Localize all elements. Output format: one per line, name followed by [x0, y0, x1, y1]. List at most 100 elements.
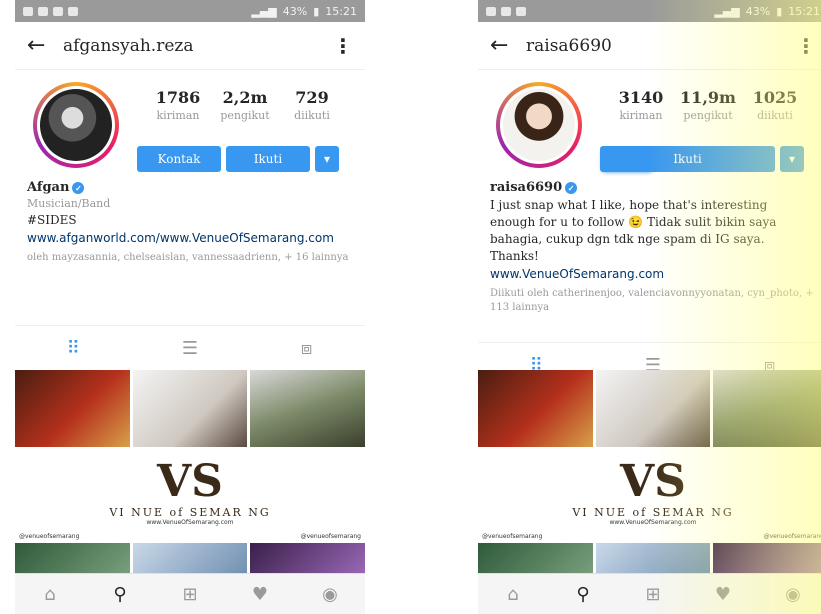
status-bar: ▂▄▆ 43% ▮ 15:21	[478, 0, 821, 22]
post-grid-row	[15, 543, 365, 577]
grid-view-tab-icon[interactable]: ⠿	[53, 338, 93, 359]
instagram-handle: @venueofsemarang	[19, 533, 80, 540]
profile-header: 1786 kiriman 2,2m pengikut 729 diikuti Kont…	[15, 70, 365, 180]
add-post-icon[interactable]: ⊞	[170, 584, 210, 605]
avatar[interactable]	[496, 82, 582, 168]
verified-badge-icon: ✓	[72, 181, 85, 194]
more-options-icon[interactable]: ⋮	[333, 34, 353, 58]
stat-following[interactable]: 1025 diikuti	[742, 88, 808, 122]
bio-text: #SIDES	[27, 213, 77, 227]
bottom-navigation: ⌂ ⚲ ⊞ ♥ ◉	[478, 573, 821, 614]
notification-icon	[68, 6, 78, 16]
post-grid-row	[478, 370, 821, 447]
venue-url: www.VenueOfSemarang.com	[609, 519, 697, 526]
followed-by-text[interactable]: oleh mayzasannia, chelseaislan, vannessa…	[27, 251, 353, 265]
instagram-handle: @venueofsemarang	[300, 533, 361, 540]
post-thumbnail[interactable]	[713, 543, 821, 577]
home-icon[interactable]: ⌂	[493, 584, 533, 605]
follow-button[interactable]: Ikuti	[226, 146, 310, 172]
signal-icon: ▂▄▆	[714, 4, 740, 18]
post-grid-row	[478, 543, 821, 577]
instagram-handle: @venueofsemarang	[763, 533, 821, 540]
post-thumbnail[interactable]	[250, 543, 365, 577]
profile-bio: raisa6690 ✓ I just snap what I like, hope…	[478, 180, 821, 315]
stat-followers[interactable]: 11,9m pengikut	[675, 88, 741, 122]
post-thumbnail[interactable]	[250, 370, 365, 447]
search-icon[interactable]: ⚲	[100, 584, 140, 605]
followed-by-text[interactable]: Diikuti oleh catherinenjoo, valenciavonn…	[490, 287, 816, 315]
notification-icon	[486, 6, 496, 16]
profile-username: afgansyah.reza	[63, 35, 194, 56]
profile-bio: Afgan ✓ Musician/Band #SIDES www.afganwor…	[15, 180, 365, 265]
notification-icon	[38, 6, 48, 16]
stat-posts[interactable]: 3140 kiriman	[608, 88, 674, 122]
post-thumbnail[interactable]	[15, 543, 130, 577]
suggestions-dropdown-icon[interactable]: ▾	[315, 146, 339, 172]
add-post-icon[interactable]: ⊞	[633, 584, 673, 605]
signal-icon: ▂▄▆	[251, 4, 277, 18]
post-grid-row	[15, 370, 365, 447]
post-thumbnail[interactable]	[132, 370, 248, 447]
stat-followers[interactable]: 2,2m pengikut	[212, 88, 278, 122]
post-thumbnail[interactable]	[595, 543, 711, 577]
suggestions-dropdown-icon[interactable]: ▾	[780, 146, 804, 172]
list-view-tab-icon[interactable]: ☰	[170, 338, 210, 359]
heart-icon[interactable]: ♥	[703, 584, 743, 605]
notification-icon	[516, 6, 526, 16]
notification-icon	[23, 6, 33, 16]
venue-banner: VS VI NUE of SEMAR NG www.VenueOfSemaran…	[15, 454, 365, 542]
post-thumbnail[interactable]	[15, 370, 130, 447]
profile-avatar-icon[interactable]: ◉	[773, 584, 813, 605]
instagram-handle: @venueofsemarang	[482, 533, 543, 540]
more-options-icon[interactable]: ⋮	[796, 34, 816, 58]
profile-avatar-icon[interactable]: ◉	[310, 584, 350, 605]
stat-posts[interactable]: 1786 kiriman	[145, 88, 211, 122]
bio-text: I just snap what I like, hope that's int…	[490, 198, 777, 263]
profile-tabs: ⠿ ☰ ⧈	[15, 325, 365, 370]
stat-following[interactable]: 729 diikuti	[279, 88, 345, 122]
notification-icon	[53, 6, 63, 16]
verified-badge-icon: ✓	[565, 181, 578, 194]
profile-stats: 1786 kiriman 2,2m pengikut 729 diikuti	[145, 88, 345, 122]
display-name: raisa6690	[490, 180, 563, 195]
website-link[interactable]: www.afganworld.com/www.VenueOfSemarang.c…	[27, 231, 353, 245]
home-icon[interactable]: ⌂	[30, 584, 70, 605]
battery-level: 43%	[282, 4, 308, 18]
follow-button[interactable]: Ikuti	[600, 146, 775, 172]
post-thumbnail[interactable]	[478, 370, 593, 447]
heart-icon[interactable]: ♥	[240, 584, 280, 605]
clock: 15:21	[325, 4, 357, 18]
post-thumbnail[interactable]	[595, 370, 711, 447]
tagged-tab-icon[interactable]: ⧈	[287, 338, 327, 359]
status-bar: ▂▄▆ 43% ▮ 15:21	[15, 0, 365, 22]
venue-logo: VS	[620, 456, 686, 507]
app-bar: ← afgansyah.reza ⋮	[15, 22, 365, 70]
post-thumbnail[interactable]	[713, 370, 821, 447]
website-link[interactable]: www.VenueOfSemarang.com	[490, 267, 816, 281]
contact-button[interactable]: Kontak	[137, 146, 221, 172]
display-name: Afgan	[27, 180, 70, 195]
venue-banner: VS VI NUE of SEMAR NG www.VenueOfSemaran…	[478, 454, 821, 542]
clock: 15:21	[788, 4, 820, 18]
post-thumbnail[interactable]	[132, 543, 248, 577]
notification-icon	[501, 6, 511, 16]
search-icon[interactable]: ⚲	[563, 584, 603, 605]
bottom-navigation: ⌂ ⚲ ⊞ ♥ ◉	[15, 573, 365, 614]
profile-header: 3140 kiriman 11,9m pengikut 1025 diikuti Ik…	[478, 70, 821, 180]
back-arrow-icon[interactable]: ←	[490, 33, 526, 58]
app-bar: ← raisa6690 ⋮	[478, 22, 821, 70]
battery-icon: ▮	[776, 4, 783, 18]
venue-logo: VS	[157, 456, 223, 507]
venue-tagline: VI NUE of SEMAR NG	[109, 506, 271, 519]
avatar[interactable]	[33, 82, 119, 168]
venue-url: www.VenueOfSemarang.com	[146, 519, 234, 526]
profile-username: raisa6690	[526, 35, 612, 56]
profile-category: Musician/Band	[27, 197, 111, 210]
battery-icon: ▮	[313, 4, 320, 18]
profile-stats: 3140 kiriman 11,9m pengikut 1025 diikuti	[608, 88, 808, 122]
battery-level: 43%	[745, 4, 771, 18]
post-thumbnail[interactable]	[478, 543, 593, 577]
venue-tagline: VI NUE of SEMAR NG	[572, 506, 734, 519]
back-arrow-icon[interactable]: ←	[27, 33, 63, 58]
phone-screen-raisa: ▂▄▆ 43% ▮ 15:21 ← raisa6690 ⋮ 3140 kiriman 1…	[478, 0, 821, 614]
